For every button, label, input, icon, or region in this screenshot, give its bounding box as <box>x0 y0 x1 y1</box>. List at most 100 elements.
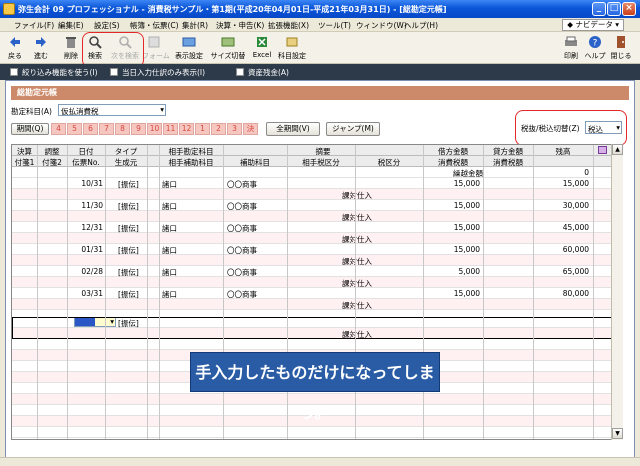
period-button[interactable]: 期間(Q) <box>11 123 49 135</box>
vertical-scrollbar[interactable]: ▲ ▼ <box>611 144 623 440</box>
table-row-sub[interactable]: 課対仕入 <box>12 299 622 310</box>
trash-icon <box>66 37 76 48</box>
close-button[interactable]: 閉じる <box>610 34 632 62</box>
month-11[interactable]: 11 <box>163 123 178 135</box>
excel-label: Excel <box>252 51 272 59</box>
excel-button[interactable]: Excel <box>250 34 274 62</box>
table-row-sub[interactable]: 課対仕入 <box>12 189 622 200</box>
table-row[interactable]: 02/28 [振伝] 諸口 〇〇商事 5,000 65,000 <box>12 266 622 277</box>
option-bar: 絞り込み機能を使う(I) 当日入力仕訳のみ表示(I) 資産残金(A) <box>0 64 640 80</box>
status-bar <box>0 457 640 466</box>
size-toggle-button[interactable]: サイズ切替 <box>210 34 246 62</box>
tax-toggle-highlight-ring <box>515 110 627 146</box>
row-debit: 15,000 <box>453 179 480 188</box>
menu-closing[interactable]: 決算・申告(K) <box>216 20 264 31</box>
account-label: 勘定科目(A) <box>11 107 52 116</box>
month-4[interactable]: 4 <box>51 123 66 135</box>
help-button[interactable]: ? ヘルプ <box>584 34 606 62</box>
maximize-button[interactable]: □ <box>607 2 621 16</box>
month-6[interactable]: 6 <box>83 123 98 135</box>
row-tax: 課対仕入 <box>342 301 372 310</box>
navi-data-label: ナビデータ <box>575 20 613 29</box>
form-button[interactable]: フォーム <box>142 34 170 62</box>
table-row[interactable]: 10/31 [振伝] 諸口 〇〇商事 15,000 15,000 <box>12 178 622 189</box>
row-date: 12/31 <box>81 223 103 232</box>
grid-line <box>287 145 288 439</box>
menu-bar: ファイル(F) 編集(E) 設定(S) 帳簿・伝票(C) 集計(R) 決算・申告… <box>0 18 640 32</box>
today-only-checkbox[interactable] <box>110 68 118 76</box>
column-config-icon[interactable] <box>598 146 607 154</box>
selected-row-outline <box>12 317 612 339</box>
closing-checkbox[interactable] <box>236 68 244 76</box>
grid-line <box>159 145 160 439</box>
menu-edit[interactable]: 編集(E) <box>58 20 84 31</box>
account-settings-icon <box>286 37 298 47</box>
filter-checkbox[interactable] <box>10 68 18 76</box>
forward-button[interactable]: 進む <box>30 34 52 62</box>
display-settings-button[interactable]: 表示設定 <box>172 34 206 62</box>
grid-line <box>533 145 534 439</box>
row-date: 11/30 <box>81 201 103 210</box>
row-debit: 15,000 <box>453 201 480 210</box>
size-toggle-label: サイズ切替 <box>210 52 246 60</box>
empty-row[interactable] <box>12 339 622 350</box>
grid-line <box>105 145 106 439</box>
account-settings-button[interactable]: 科目設定 <box>276 34 308 62</box>
row-balance: 60,000 <box>562 245 589 254</box>
section-title: 総勘定元帳 <box>11 86 629 100</box>
grid-line <box>37 145 38 439</box>
table-row[interactable]: 12/31 [振伝] 諸口 〇〇商事 15,000 45,000 <box>12 222 622 233</box>
menu-file[interactable]: ファイル(F) <box>14 20 54 31</box>
close-label: 閉じる <box>610 52 632 60</box>
month-5[interactable]: 5 <box>67 123 82 135</box>
menu-reports[interactable]: 集計(R) <box>182 20 208 31</box>
delete-button[interactable]: 削除 <box>60 34 82 62</box>
scroll-up-icon[interactable]: ▲ <box>612 144 623 155</box>
menu-window[interactable]: ウィンドウ(W) <box>356 20 407 31</box>
chevron-down-icon: ▾ <box>160 105 164 114</box>
account-select[interactable]: 仮払消費税 ▾ <box>58 104 166 116</box>
month-10[interactable]: 10 <box>147 123 162 135</box>
table-row-sub[interactable]: 課対仕入 <box>12 277 622 288</box>
help-label: ヘルプ <box>584 52 606 60</box>
month-9[interactable]: 9 <box>131 123 146 135</box>
table-row-sub[interactable]: 課対仕入 <box>12 233 622 244</box>
month-closing[interactable]: 決 <box>243 123 258 135</box>
navi-data-dropdown[interactable]: ◆ ナビデータ ▾ <box>562 19 624 31</box>
row-date: 10/31 <box>81 179 103 188</box>
table-row[interactable]: 03/31 [振伝] 諸口 〇〇商事 15,000 80,000 <box>12 288 622 299</box>
title-bar: 弥生会計 09 プロフェッショナル - 消費税サンプル・第1期(平成20年04月… <box>0 0 640 18</box>
month-7[interactable]: 7 <box>99 123 114 135</box>
close-window-button[interactable]: × <box>622 2 636 16</box>
row-balance: 30,000 <box>562 201 589 210</box>
month-1[interactable]: 1 <box>195 123 210 135</box>
menu-settings[interactable]: 設定(S) <box>94 20 120 31</box>
window-title: 弥生会計 09 プロフェッショナル - 消費税サンプル・第1期(平成20年04月… <box>18 5 447 14</box>
menu-tools[interactable]: ツール(T) <box>318 20 351 31</box>
menu-help[interactable]: ヘルプ(H) <box>404 20 438 31</box>
print-button[interactable]: 印刷 <box>560 34 582 62</box>
menu-extensions[interactable]: 拡張機能(X) <box>268 20 309 31</box>
menu-books[interactable]: 帳簿・伝票(C) <box>130 20 179 31</box>
grid-line <box>593 145 594 439</box>
arrow-right-icon <box>36 37 46 47</box>
table-row-sub[interactable]: 課対仕入 <box>12 211 622 222</box>
table-row[interactable]: 11/30 [振伝] 諸口 〇〇商事 15,000 30,000 <box>12 200 622 211</box>
jump-button[interactable]: ジャンプ(M) <box>326 122 380 136</box>
svg-text:?: ? <box>593 39 598 49</box>
search-highlight-ring <box>82 32 144 68</box>
month-8[interactable]: 8 <box>115 123 130 135</box>
grid-header-row-1: 決算 調整 日付 タイプ 相手勘定科目 摘要 借方金額 貸方金額 残高 <box>12 145 622 156</box>
grid-line <box>223 145 224 439</box>
filter-option-label: 絞り込み機能を使う(I) <box>22 68 98 77</box>
month-12[interactable]: 12 <box>179 123 194 135</box>
all-period-button[interactable]: 全期間(V) <box>266 122 320 136</box>
back-button[interactable]: 戻る <box>4 34 26 62</box>
minimize-button[interactable]: _ <box>592 2 606 16</box>
month-3[interactable]: 3 <box>227 123 242 135</box>
table-row-sub[interactable]: 課対仕入 <box>12 255 622 266</box>
table-row[interactable]: 01/31 [振伝] 諸口 〇〇商事 15,000 60,000 <box>12 244 622 255</box>
row-balance: 80,000 <box>562 289 589 298</box>
month-2[interactable]: 2 <box>211 123 226 135</box>
scroll-down-icon[interactable]: ▼ <box>612 428 623 439</box>
